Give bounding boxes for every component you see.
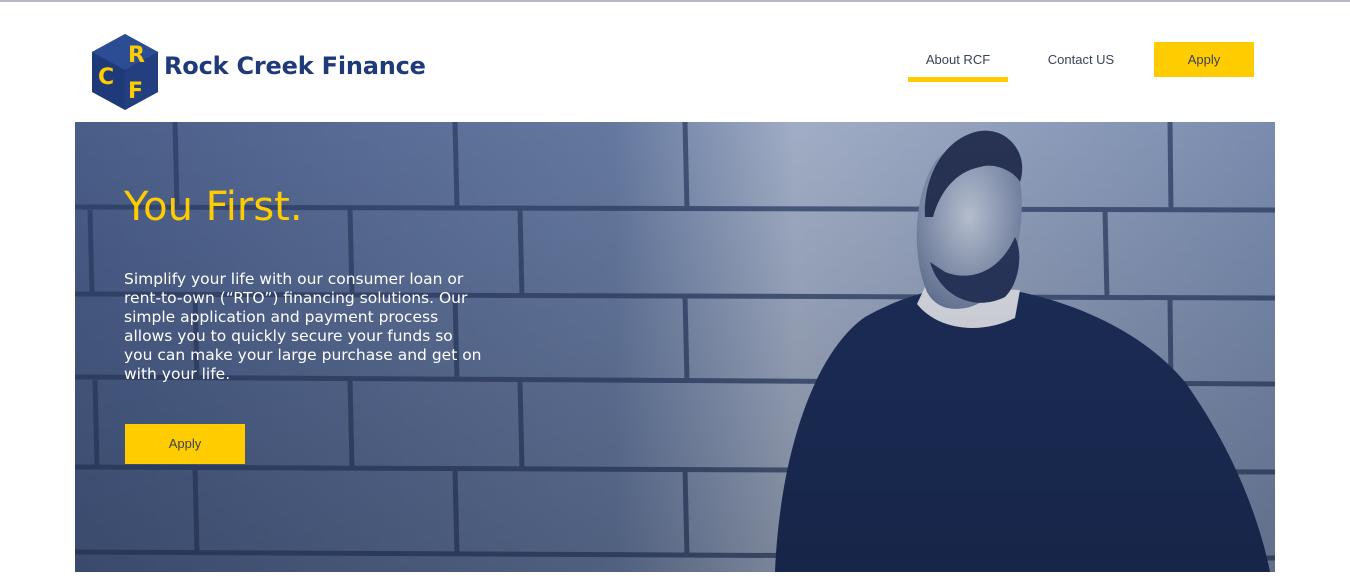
hero-banner: You First. Simplify your life with our c… bbox=[75, 122, 1275, 572]
brand-name[interactable]: Rock Creek Finance bbox=[164, 52, 426, 80]
svg-text:F: F bbox=[128, 79, 143, 104]
site-header: R C F Rock Creek Finance About RCF Conta… bbox=[0, 2, 1350, 122]
header-apply-button[interactable]: Apply bbox=[1154, 42, 1254, 77]
nav-about-rcf[interactable]: About RCF bbox=[908, 42, 1008, 82]
rcf-logo-icon[interactable]: R C F bbox=[88, 32, 162, 112]
hero-description: Simplify your life with our consumer loa… bbox=[124, 270, 482, 383]
svg-text:C: C bbox=[98, 65, 114, 90]
hero-title: You First. bbox=[124, 184, 303, 230]
nav-contact-us[interactable]: Contact US bbox=[1031, 42, 1131, 82]
hero-apply-button[interactable]: Apply bbox=[125, 424, 245, 464]
svg-text:R: R bbox=[128, 43, 145, 68]
